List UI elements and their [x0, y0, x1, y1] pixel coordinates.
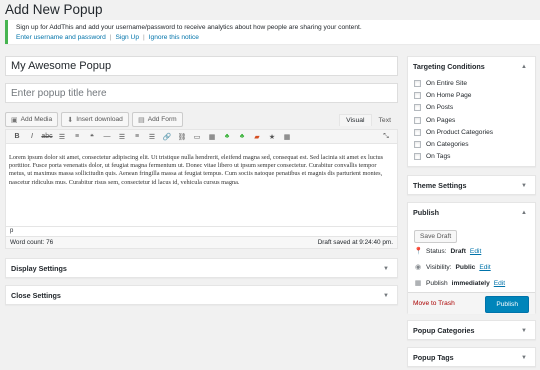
popup-tags-title: Popup Tags	[413, 353, 454, 362]
targeting-option[interactable]: On Product Categories	[408, 126, 535, 138]
close-settings-panel[interactable]: Close Settings ▼	[5, 285, 398, 305]
editor-tabs: Visual Text	[339, 114, 398, 127]
checkbox[interactable]	[414, 91, 421, 99]
checkbox[interactable]	[414, 79, 421, 87]
strikethrough-icon[interactable]: abc	[40, 130, 54, 143]
pin-icon: 📍	[414, 248, 423, 255]
display-settings-panel[interactable]: Display Settings ▼	[5, 258, 398, 278]
chevron-up-icon[interactable]: ▲	[521, 203, 527, 223]
tab-visual[interactable]: Visual	[339, 114, 372, 126]
bullet-list-icon[interactable]: ☰	[55, 130, 69, 143]
chevron-up-icon[interactable]: ▲	[521, 57, 527, 77]
align-center-icon[interactable]: ≡	[130, 130, 144, 143]
horizontal-line-icon[interactable]: —	[100, 130, 114, 143]
media-icon: ▣	[11, 116, 18, 124]
edit-status-link[interactable]: Edit	[470, 248, 481, 255]
form-icon: ▤	[138, 116, 145, 124]
popup-title-field[interactable]	[5, 83, 398, 103]
editor-status-bar: Word count: 76 Draft saved at 9:24:40 pm…	[5, 237, 398, 249]
popup-categories-box[interactable]: Popup Categories ▼	[407, 320, 536, 340]
checkbox[interactable]	[414, 104, 421, 112]
chevron-down-icon[interactable]: ▼	[521, 176, 527, 196]
eye-icon: ◉	[414, 264, 422, 271]
shortcode-red-icon[interactable]: ▰	[250, 130, 264, 143]
targeting-option[interactable]: On Posts	[408, 102, 535, 114]
add-media-button[interactable]: ▣ Add Media	[5, 112, 59, 127]
add-form-button[interactable]: ▤ Add Form	[132, 112, 183, 127]
download-icon: ⬇	[67, 116, 74, 124]
targeting-title: Targeting Conditions	[413, 62, 485, 71]
align-right-icon[interactable]: ☰	[145, 130, 159, 143]
targeting-conditions-box: Targeting Conditions ▲ On Entire Site On …	[407, 56, 536, 167]
blockquote-icon[interactable]: ❝	[85, 130, 99, 143]
italic-icon[interactable]: I	[25, 130, 39, 143]
schedule-row: ▦ Publish immediately Edit	[414, 279, 506, 288]
popup-title-input[interactable]	[11, 84, 392, 102]
edit-schedule-link[interactable]: Edit	[494, 280, 505, 287]
toolbar-toggle-icon[interactable]: ▦	[205, 130, 219, 143]
sign-up-link[interactable]: Sign Up	[116, 34, 139, 41]
chevron-down-icon[interactable]: ▼	[383, 259, 389, 279]
page-title: Add New Popup	[5, 2, 103, 17]
fullscreen-icon[interactable]: ⤡	[379, 130, 393, 143]
insert-download-button[interactable]: ⬇ Insert download	[61, 112, 129, 127]
notice-links: Enter username and password | Sign Up | Igno…	[16, 34, 199, 41]
addthis-notice: Sign up for AddThis and add your usernam…	[5, 20, 540, 44]
draft-saved-status: Draft saved at 9:24:40 pm.	[317, 239, 393, 246]
chevron-down-icon[interactable]: ▼	[383, 286, 389, 306]
table-icon[interactable]: ▦	[280, 130, 294, 143]
star-icon[interactable]: ★	[265, 130, 279, 143]
word-count: Word count: 76	[10, 239, 54, 246]
chevron-down-icon[interactable]: ▼	[521, 321, 527, 341]
checkbox[interactable]	[414, 128, 421, 136]
move-to-trash-link[interactable]: Move to Trash	[413, 300, 455, 307]
editor-content[interactable]: Lorem ipsum dolor sit amet, consectetur …	[5, 144, 398, 227]
align-left-icon[interactable]: ☰	[115, 130, 129, 143]
bold-icon[interactable]: B	[10, 130, 24, 143]
targeting-option[interactable]: On Home Page	[408, 89, 535, 101]
targeting-option[interactable]: On Tags	[408, 151, 535, 163]
status-row: 📍 Status: Draft Edit	[414, 247, 482, 256]
ignore-notice-link[interactable]: Ignore this notice	[149, 34, 199, 41]
enter-credentials-link[interactable]: Enter username and password	[16, 34, 106, 41]
media-buttons-row: ▣ Add Media ⬇ Insert download ▤ Add Form Vi…	[5, 112, 398, 128]
visibility-row: ◉ Visibility: Public Edit	[414, 263, 491, 272]
insert-more-icon[interactable]: ▭	[190, 130, 204, 143]
checkbox[interactable]	[414, 141, 421, 149]
publish-button[interactable]: Publish	[485, 296, 529, 313]
publish-actions: Move to Trash Publish	[408, 292, 535, 314]
numbered-list-icon[interactable]: ≡	[70, 130, 84, 143]
targeting-option[interactable]: On Entire Site	[408, 77, 535, 89]
tab-text[interactable]: Text	[372, 114, 398, 127]
popup-categories-title: Popup Categories	[413, 326, 475, 335]
checkbox[interactable]	[414, 116, 421, 124]
shortcode-green-2-icon[interactable]: ♣	[235, 130, 249, 143]
calendar-icon: ▦	[414, 280, 422, 287]
shortcode-green-icon[interactable]: ♣	[220, 130, 234, 143]
popup-name-field[interactable]: My Awesome Popup	[5, 56, 398, 76]
display-settings-title: Display Settings	[11, 264, 67, 273]
publish-title: Publish	[413, 208, 439, 217]
edit-visibility-link[interactable]: Edit	[479, 264, 490, 271]
notice-message: Sign up for AddThis and add your usernam…	[16, 24, 362, 31]
checkbox[interactable]	[414, 153, 421, 161]
popup-tags-box[interactable]: Popup Tags ▼	[407, 347, 536, 367]
theme-settings-box[interactable]: Theme Settings ▼	[407, 175, 536, 195]
publish-box: Publish ▲ Save Draft 📍 Status: Draft Edit ◉ V…	[407, 202, 536, 314]
save-draft-button[interactable]: Save Draft	[414, 230, 458, 243]
element-path: p	[5, 227, 398, 237]
link-icon[interactable]: 🔗	[160, 130, 174, 143]
unlink-icon[interactable]: ⛓	[175, 130, 189, 143]
theme-settings-title: Theme Settings	[413, 181, 467, 190]
close-settings-title: Close Settings	[11, 291, 61, 300]
editor-toolbar: B I abc ☰ ≡ ❝ — ☰ ≡ ☰ 🔗 ⛓ ▭ ▦ ♣ ♣ ▰ ★ ▦ …	[5, 129, 398, 144]
targeting-option[interactable]: On Categories	[408, 138, 535, 150]
chevron-down-icon[interactable]: ▼	[521, 348, 527, 368]
targeting-option[interactable]: On Pages	[408, 114, 535, 126]
